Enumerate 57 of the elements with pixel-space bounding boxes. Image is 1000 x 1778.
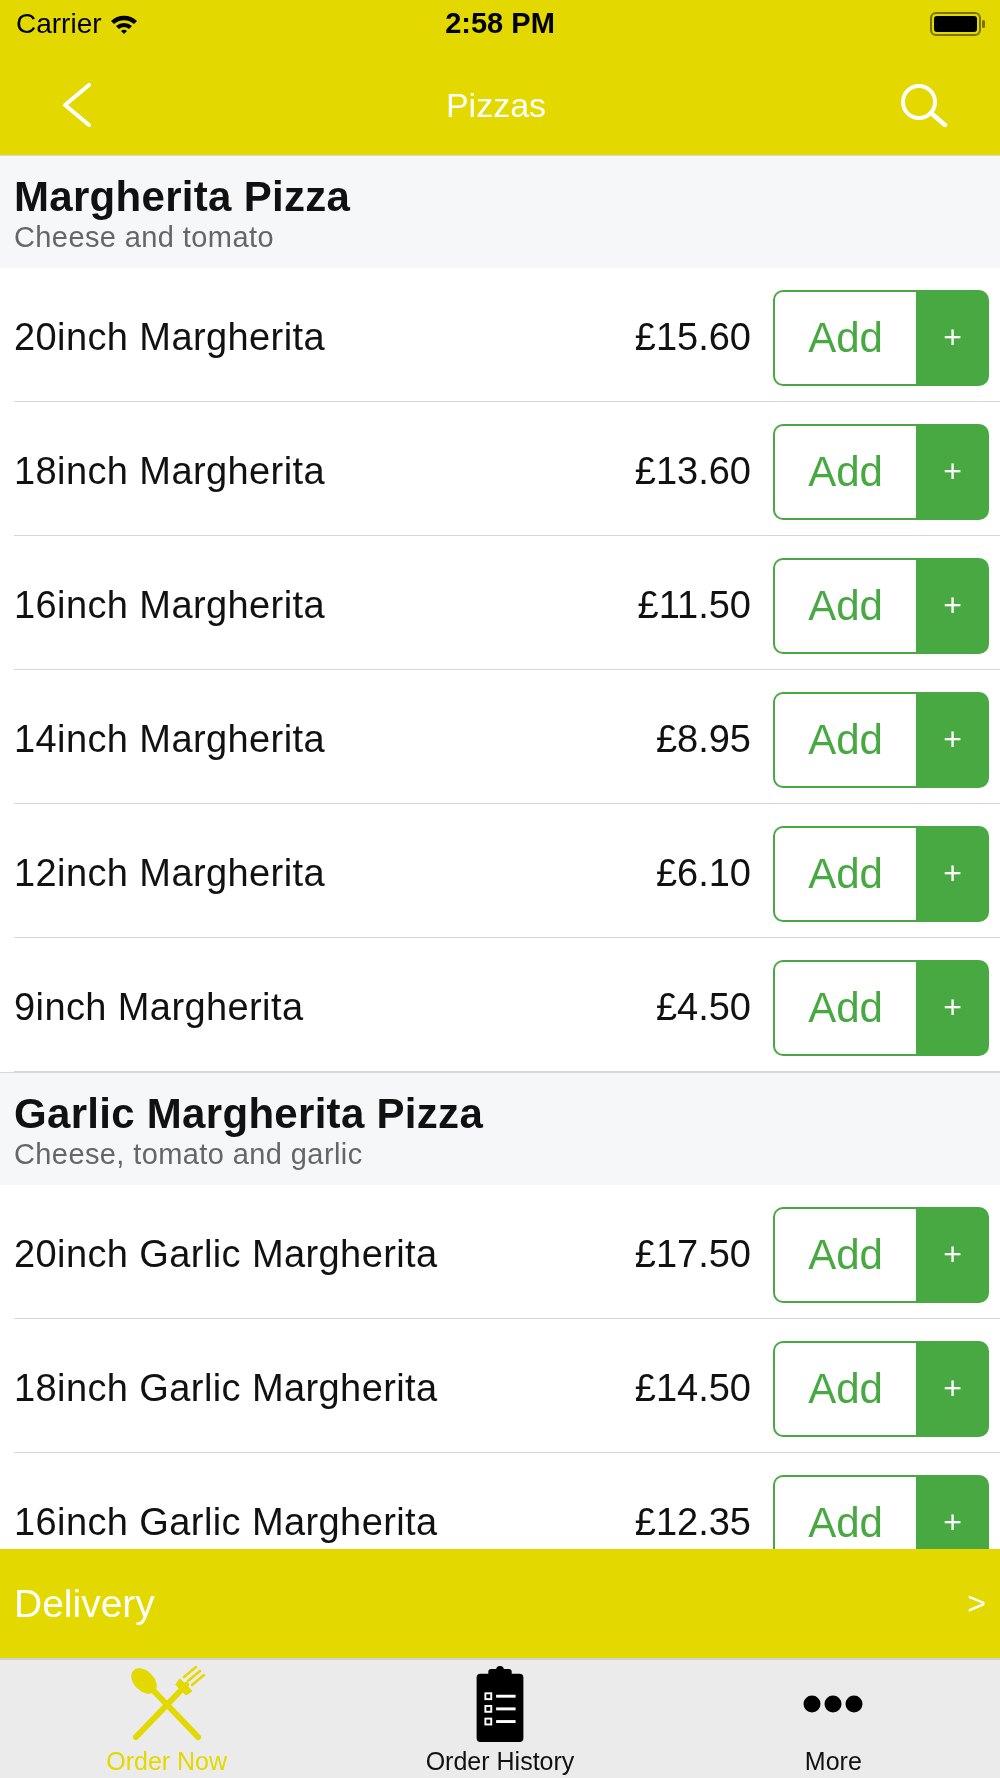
item-name: 14inch Margherita (14, 718, 326, 761)
item-name: 18inch Garlic Margherita (14, 1367, 439, 1410)
chevron-text: > (967, 1585, 986, 1622)
section-title: Garlic Margherita Pizza (14, 1089, 485, 1138)
add-button[interactable]: Add (773, 1474, 916, 1549)
item-price: £13.60 (634, 450, 751, 493)
add-button[interactable]: Add (773, 825, 916, 922)
plus-button[interactable]: + (916, 959, 989, 1056)
tab-label: Order Now (106, 1747, 228, 1776)
tab-item[interactable]: More (666, 1660, 1000, 1778)
battery-icon (930, 11, 986, 36)
plus-button[interactable]: + (916, 423, 989, 520)
delivery-label: Delivery (14, 1581, 155, 1626)
item-price: £14.50 (634, 1367, 751, 1410)
item-price: £11.50 (637, 584, 751, 627)
more-dots-icon (803, 1694, 864, 1713)
item-price: £15.60 (634, 316, 751, 359)
plus-button[interactable]: + (916, 1340, 989, 1437)
back-chevron-icon (62, 83, 92, 127)
section-subtitle: Cheese and tomato (14, 220, 275, 254)
add-button[interactable]: Add (773, 1206, 916, 1303)
item-price: £8.95 (655, 718, 751, 761)
add-button[interactable]: Add (773, 557, 916, 654)
item-name: 16inch Margherita (14, 584, 326, 627)
plus-button[interactable]: + (916, 1206, 989, 1303)
plus-button[interactable]: + (916, 691, 989, 788)
item-name: 16inch Garlic Margherita (14, 1501, 439, 1544)
section-title: Margherita Pizza (14, 172, 352, 221)
tab-label: More (804, 1747, 862, 1776)
carrier-label: Carrier (16, 7, 102, 40)
plus-button[interactable]: + (916, 825, 989, 922)
clipboard-list-icon (476, 1665, 524, 1742)
plus-button[interactable]: + (916, 289, 989, 386)
tab-item[interactable]: Order History (333, 1660, 667, 1778)
add-button[interactable]: Add (773, 289, 916, 386)
item-name: 9inch Margherita (14, 986, 305, 1029)
item-price: £12.35 (634, 1501, 751, 1544)
back-button[interactable] (62, 83, 92, 127)
item-price: £17.50 (634, 1233, 751, 1276)
plus-button[interactable]: + (916, 1474, 989, 1549)
item-price: £6.10 (655, 852, 751, 895)
search-icon (900, 83, 948, 127)
plus-button[interactable]: + (916, 557, 989, 654)
item-name: 18inch Margherita (14, 450, 326, 493)
item-price: £4.50 (655, 986, 751, 1029)
add-button[interactable]: Add (773, 1340, 916, 1437)
status-time: 2:58 PM (445, 7, 555, 40)
section-subtitle: Cheese, tomato and garlic (14, 1137, 364, 1171)
item-name: 20inch Margherita (14, 316, 326, 359)
nav-title: Pizzas (445, 85, 547, 125)
search-button[interactable] (900, 83, 948, 127)
item-name: 12inch Margherita (14, 852, 326, 895)
item-name: 20inch Garlic Margherita (14, 1233, 439, 1276)
tab-label: Order History (425, 1747, 575, 1776)
add-button[interactable]: Add (773, 959, 916, 1056)
add-button[interactable]: Add (773, 691, 916, 788)
add-button[interactable]: Add (773, 423, 916, 520)
